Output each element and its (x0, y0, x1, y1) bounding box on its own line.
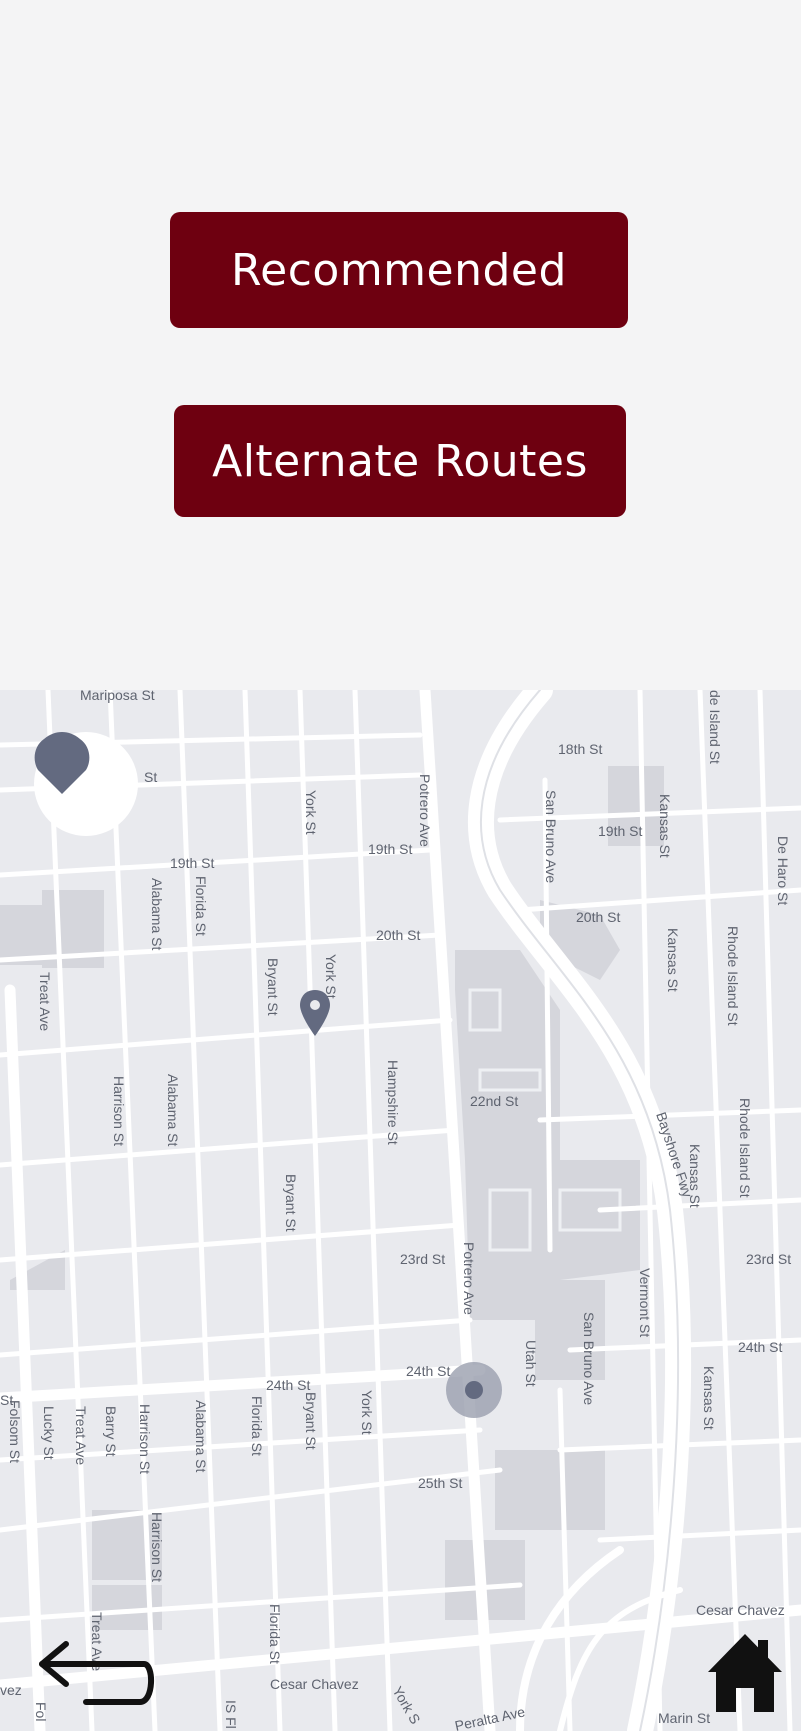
street-label: San Bruno Ave (543, 790, 559, 883)
location-drop-icon (34, 732, 90, 794)
map-canvas: Mariposa St St 18th St 19th St 19th St 1… (0, 690, 801, 1731)
street-label: Treat Ave (73, 1406, 89, 1465)
street-label: 18th St (558, 741, 602, 757)
route-options-panel: Recommended Alternate Routes (0, 0, 801, 690)
street-label: 24th St (266, 1377, 310, 1393)
street-label: Cesar Chavez (270, 1676, 359, 1692)
alternate-routes-button[interactable]: Alternate Routes (174, 405, 626, 517)
street-label: 20th St (576, 909, 620, 925)
street-label: 22nd St (470, 1093, 518, 1109)
street-label: York S (389, 1684, 423, 1727)
street-label: Florida St (249, 1396, 265, 1456)
street-label: Marin St (658, 1710, 710, 1726)
street-label: Mariposa St (80, 690, 155, 703)
street-label: Harrison St (149, 1512, 165, 1582)
street-label: 19th St (368, 841, 412, 857)
back-button[interactable] (36, 1640, 156, 1720)
street-label: Treat Ave (37, 972, 53, 1031)
street-label: Harrison St (111, 1076, 127, 1146)
street-label: Rhode Island St (737, 1098, 753, 1198)
street-label: Alabama St (193, 1400, 209, 1472)
street-label: 23rd St (746, 1251, 791, 1267)
street-label: York St (323, 954, 339, 999)
street-label: York St (303, 790, 319, 835)
street-label: Kansas St (665, 928, 681, 992)
street-label: vez (0, 1682, 22, 1698)
street-label: Bryant St (265, 958, 281, 1016)
home-button[interactable] (706, 1632, 784, 1714)
street-label: Alabama St (165, 1074, 181, 1146)
locate-button[interactable] (34, 732, 138, 836)
street-label: Rhode Island St (725, 926, 741, 1026)
street-label: Barry St (103, 1406, 119, 1457)
street-label: Florida St (193, 876, 209, 936)
street-label: Potrero Ave (417, 774, 433, 847)
street-label: Bryant St (303, 1392, 319, 1450)
street-label: Lucky St (41, 1406, 57, 1460)
street-label: York St (359, 1390, 375, 1435)
map-view[interactable]: Mariposa St St 18th St 19th St 19th St 1… (0, 690, 801, 1731)
street-label: 25th St (418, 1475, 462, 1491)
street-label: Florida St (267, 1604, 283, 1664)
street-label: Hampshire St (385, 1060, 401, 1145)
street-label: Harrison St (137, 1404, 153, 1474)
street-label: 24th St (738, 1339, 782, 1355)
street-label: Vermont St (637, 1268, 653, 1337)
street-label: Alabama St (149, 878, 165, 950)
street-label: Kansas St (687, 1144, 703, 1208)
street-label: Utah St (523, 1340, 539, 1387)
street-label: de Island St (707, 690, 723, 764)
street-label: 23rd St (400, 1251, 445, 1267)
street-label: Cesar Chavez (696, 1602, 785, 1618)
street-label: De Haro St (775, 836, 791, 905)
street-label: Kansas St (657, 794, 673, 858)
home-icon (708, 1634, 782, 1712)
street-label: San Bruno Ave (581, 1312, 597, 1405)
street-label: 20th St (376, 927, 420, 943)
street-label: Folsom St (7, 1400, 23, 1463)
street-label: 19th St (598, 823, 642, 839)
street-label: Kansas St (701, 1366, 717, 1430)
street-label: Bryant St (283, 1174, 299, 1232)
back-arrow-icon (39, 1641, 154, 1705)
street-label: IS Fl (223, 1700, 239, 1729)
street-label: 19th St (170, 855, 214, 871)
current-location-icon (446, 1362, 502, 1418)
recommended-button[interactable]: Recommended (170, 212, 628, 328)
street-label: 24th St (406, 1363, 450, 1379)
street-label: Potrero Ave (461, 1242, 477, 1315)
street-label: St (144, 769, 157, 785)
